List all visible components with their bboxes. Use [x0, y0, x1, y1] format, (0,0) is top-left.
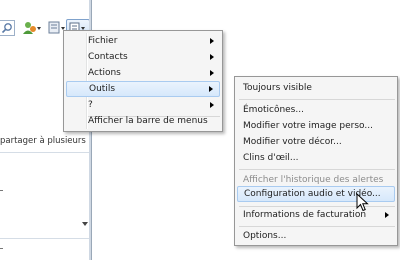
list-marker — [0, 190, 3, 191]
contact-menu-icon[interactable] — [22, 20, 44, 35]
menu-separator — [239, 99, 395, 100]
submenu-arrow-icon — [210, 102, 214, 108]
menu-item-label: Modifier votre décor... — [243, 137, 342, 147]
divider — [0, 238, 89, 239]
submenu-arrow-icon — [385, 212, 389, 218]
menu-item-label: Toujours visible — [243, 83, 312, 93]
menu-item-change-picture[interactable]: Modifier votre image perso... — [237, 118, 395, 134]
main-menu: Fichier Contacts Actions Outils ? Affich… — [63, 30, 223, 132]
menu-item-label: Actions — [88, 68, 121, 78]
menu-item-label: Options... — [243, 231, 287, 241]
menu-item-billing-info[interactable]: Informations de facturation — [237, 207, 395, 223]
menu-item-audio-video-setup[interactable]: Configuration audio et vidéo... — [237, 186, 395, 202]
submenu-arrow-icon — [209, 86, 213, 92]
menu-item-always-on-top[interactable]: Toujours visible — [237, 80, 395, 96]
menu-item-label: Fichier — [88, 36, 118, 46]
submenu-arrow-icon — [210, 38, 214, 44]
menu-item-emoticons[interactable]: Émoticônes... — [237, 102, 395, 118]
menu-item-show-menu-bar[interactable]: Afficher la barre de menus — [66, 113, 220, 129]
mouse-cursor-icon — [356, 193, 369, 212]
submenu-arrow-icon — [210, 70, 214, 76]
tools-submenu: Toujours visible Émoticônes... Modifier … — [234, 76, 398, 246]
menu-item-fichier[interactable]: Fichier — [66, 33, 220, 49]
divider — [0, 152, 89, 153]
search-box[interactable] — [0, 20, 15, 36]
menu-item-label: Émoticônes... — [243, 105, 304, 115]
panel-text: partager à plusieurs — [0, 136, 86, 146]
menu-item-label: Contacts — [88, 52, 128, 62]
menu-item-winks[interactable]: Clins d'œil... — [237, 150, 395, 166]
menu-item-change-scene[interactable]: Modifier votre décor... — [237, 134, 395, 150]
submenu-arrow-icon — [210, 54, 214, 60]
menu-item-label: Afficher l'historique des alertes — [243, 175, 384, 185]
menu-item-help[interactable]: ? — [66, 97, 220, 113]
menu-item-label: Informations de facturation — [243, 210, 367, 220]
toolbar — [0, 8, 90, 37]
menu-item-contacts[interactable]: Contacts — [66, 49, 220, 65]
menu-separator — [239, 169, 395, 170]
list-marker — [0, 248, 3, 249]
menu-item-label: Modifier votre image perso... — [243, 121, 373, 131]
menu-item-options[interactable]: Options... — [237, 228, 395, 244]
menu-separator — [239, 226, 395, 227]
search-icon[interactable] — [1, 22, 13, 34]
menu-item-label: Outils — [89, 84, 116, 94]
scroll-down-arrow-icon[interactable] — [82, 222, 88, 226]
menu-item-actions[interactable]: Actions — [66, 65, 220, 81]
menu-item-label: Clins d'œil... — [243, 153, 299, 163]
menu-item-outils[interactable]: Outils — [66, 81, 220, 97]
menu-item-label: Afficher la barre de menus — [88, 116, 208, 126]
menu-item-label: ? — [88, 100, 93, 110]
